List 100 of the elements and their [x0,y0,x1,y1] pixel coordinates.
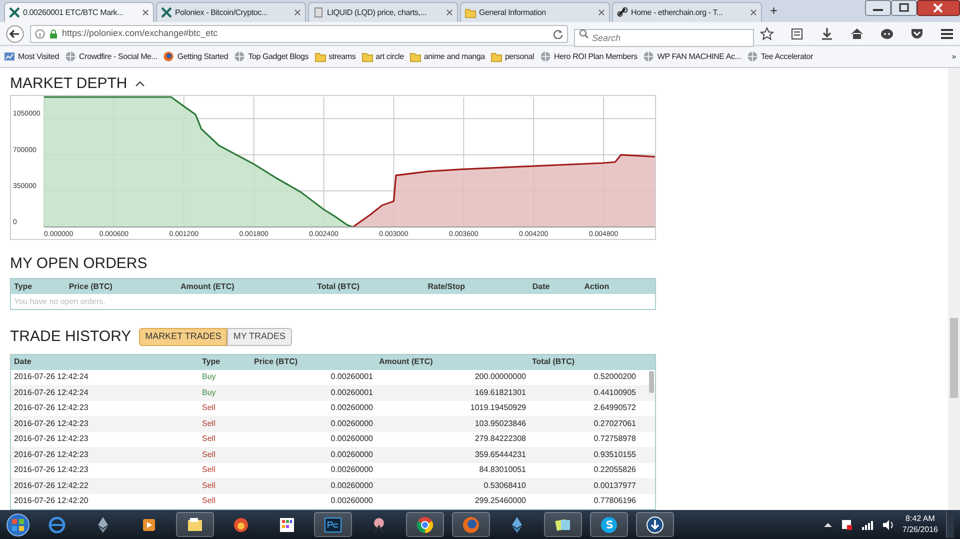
close-icon[interactable] [294,9,301,16]
table-cell-text: 0.27027061 [592,418,637,430]
column-header: Date [531,280,551,292]
bookmark-link[interactable]: streams [314,50,356,62]
letter-e-icon [48,516,66,534]
table-cell-text: 0.22055826 [592,464,637,476]
browser-logo-icon [462,516,480,534]
bookmark-link[interactable]: Top Gadget Blogs [234,50,309,62]
info-icon[interactable] [35,28,45,38]
globe-icon [643,51,654,62]
table-cell-text: 1019.19450929 [469,402,527,414]
reload-icon[interactable] [553,28,563,38]
table-cell-text: 0.00260001 [330,386,374,399]
table-cell-text: 200.00000000 [474,371,527,384]
maximize-icon[interactable] [891,0,917,16]
history-tab[interactable]: MY TRADES [227,328,292,346]
column-header: Amount (ETC) [180,280,236,292]
browser-tab[interactable]: Home - etherchain.org - T... [612,2,762,22]
table-cell-text: 2016-07-26 12:42:23 [13,464,90,476]
search-field[interactable]: Search [574,28,754,46]
search-icon [579,28,589,38]
chat-bubble-icon[interactable] [880,26,894,40]
trade-type: Sell [201,433,216,446]
table-cell-text: 169.61821301 [474,386,527,399]
taskbar-button[interactable] [636,512,674,537]
address-bar[interactable]: https://poloniex.com/exchange#btc_etc [30,24,568,42]
table-cell-text: 2016-07-26 12:42:23 [13,448,90,461]
history-tab[interactable]: MARKET TRADES [139,328,228,346]
taskbar-button[interactable] [176,512,214,537]
table-cell-text: 0.77806196 [592,495,637,508]
cross-logo-icon [9,7,20,18]
page-scrollbar[interactable] [948,68,960,510]
signal-bars-icon[interactable] [861,518,874,530]
table-cell-text: 2016-07-26 12:42:22 [13,480,90,492]
collapse-caret-icon[interactable] [135,80,146,88]
table-cell-text: 2016-07-26 12:42:23 [13,433,90,446]
table-cell-text: 0.00137977 [592,480,637,492]
table-cell-text: 0.00260000 [330,402,374,414]
more-bookmarks-button[interactable]: » [952,50,956,62]
speaker-icon[interactable] [882,518,894,530]
clock[interactable]: 8:42 AM 7/26/2016 [902,514,938,535]
section-heading: MARKET DEPTH [10,76,128,91]
download-icon[interactable] [820,26,834,40]
column-header: Price (BTC) [68,280,114,292]
close-icon[interactable] [917,0,960,16]
back-icon[interactable] [6,24,24,42]
folder-icon [465,7,476,18]
table-cell-text: 0.53068410 [482,480,527,492]
start-button-icon[interactable] [6,512,30,536]
column-header: Type [13,280,34,292]
browser-tab[interactable]: General Information [460,2,610,22]
star-icon[interactable] [760,26,774,40]
show-hidden-icons-icon[interactable] [823,520,834,528]
bookmark-link[interactable]: anime and manga [410,50,485,62]
pocket-icon[interactable] [910,26,924,40]
bookmark-link[interactable]: Getting Started [163,50,228,62]
folder-icon [490,51,502,62]
bookmark-link[interactable]: Tee Accelerator [746,50,814,62]
taskbar-button[interactable] [406,512,444,537]
trade-type: Sell [201,402,216,414]
bookmark-link[interactable]: WP FAN MACHINE Ac... [643,50,741,62]
trade-type: Sell [201,480,216,492]
app-grid-icon [278,516,296,534]
taskbar-button[interactable] [590,512,628,537]
table-cell-text: 0.00260000 [330,418,374,430]
bookmark-link[interactable]: art circle [362,50,404,62]
column-header: Total (BTC) [531,356,576,368]
column-header: Date [13,356,32,368]
table-cell-text: 0.52000200 [592,371,637,384]
new-tab-button[interactable]: + [764,1,784,21]
browser-tab[interactable]: LIQUID (LQD) price, charts,... [308,2,458,22]
menu-icon[interactable] [940,26,954,40]
bookmark-link[interactable]: Crowdfire - Social Me... [65,50,158,62]
globe-icon [540,51,552,62]
table-cell-text: 103.95023846 [474,418,527,430]
close-icon[interactable] [142,9,149,16]
trade-type: Sell [201,495,216,508]
bookmark-link[interactable]: Hero ROI Plan Members [540,50,638,62]
close-icon[interactable] [750,9,757,16]
minimize-icon[interactable] [865,0,891,16]
lock-icon [49,28,58,38]
bookmark-link[interactable]: Most Visited [4,50,60,62]
flag-icon[interactable] [841,518,854,530]
table-cell-text: 279.84222308 [474,433,527,446]
empty-message: You have no open orders. [13,296,106,308]
table-scrollbar-thumb[interactable] [649,370,654,392]
browser-logo-icon [163,51,174,62]
home-icon[interactable] [850,26,864,40]
close-icon[interactable] [446,9,453,16]
bookmark-link[interactable]: personal [490,50,534,62]
table-cell-text: 0.00260000 [330,464,374,476]
table-cell-text: 0.44100905 [592,386,637,399]
scrollbar-thumb[interactable] [950,318,958,398]
browser-tab[interactable]: 0.00260001 ETC/BTC Mark... [4,2,154,22]
globe-icon [65,51,76,62]
close-icon[interactable] [598,9,605,16]
table-cell-text: 299.25460000 [474,495,527,508]
browser-tab[interactable]: Poloniex - Bitcoin/Cryptoc... [156,2,306,22]
reading-list-icon[interactable] [790,26,804,40]
taskbar-button[interactable] [544,512,582,537]
